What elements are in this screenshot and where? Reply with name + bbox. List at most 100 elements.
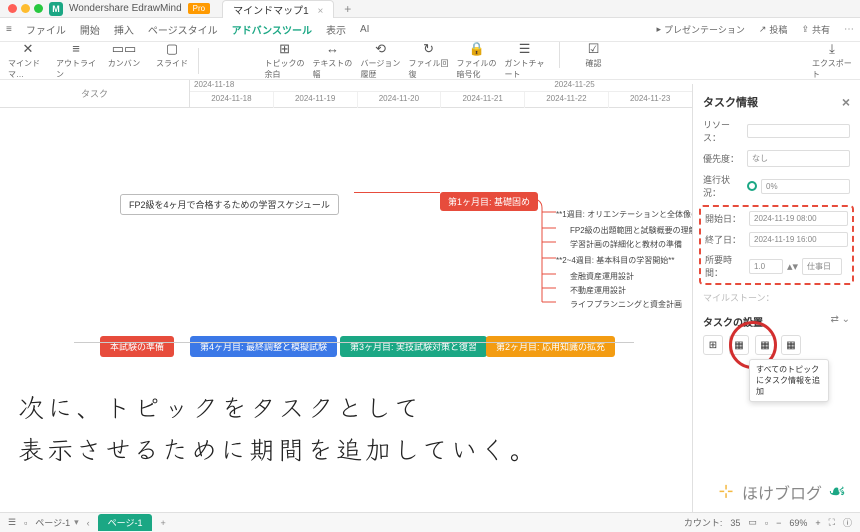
clipboard-icon[interactable]: ▫ — [24, 518, 27, 528]
add-page-icon[interactable]: + — [160, 518, 165, 528]
new-tab-button[interactable]: + — [344, 2, 351, 16]
overlay-line2: 表示させるために期間を追加していく。 — [18, 430, 538, 467]
titlebar: M Wondershare EdrawMind Pro マインドマップ1 × + — [0, 0, 860, 18]
confirm[interactable]: ☑確認 — [574, 42, 614, 80]
file-menu[interactable]: ファイル — [26, 22, 66, 37]
menubar: ≡ ファイル 開始 挿入 ページスタイル アドバンスツール 表示 AI ▸ プレ… — [0, 18, 860, 42]
window-controls — [8, 4, 43, 13]
view-icon2[interactable]: ▫ — [765, 518, 768, 528]
outline-mode[interactable]: ≡アウトライン — [56, 42, 96, 80]
text-width[interactable]: ↔テキストの幅 — [313, 42, 353, 80]
presentation-button[interactable]: ▸ プレゼンテーション — [657, 23, 745, 36]
kanban-mode[interactable]: ▭▭カンバン — [104, 42, 144, 80]
start-date-field[interactable]: 2024-11-19 08:00 — [749, 211, 848, 226]
close-tab-icon[interactable]: × — [317, 6, 323, 17]
bottom-topic[interactable]: 第2ヶ月目: 応用知識の拡充 — [486, 336, 615, 357]
menu-advancetool[interactable]: アドバンスツール — [232, 22, 312, 37]
maximize-window[interactable] — [34, 4, 43, 13]
add-task-icon[interactable]: ⊞ — [703, 335, 723, 355]
subtopic[interactable]: **2~4週目: 基本科目の学習開始** — [548, 252, 682, 269]
end-row: 終了日： 2024-11-19 16:00 — [705, 232, 848, 247]
subtopic[interactable]: ライフプランニングと資金計画 — [562, 296, 690, 313]
menu-insert[interactable]: 挿入 — [114, 22, 134, 37]
panel-title-row: タスク情報 × — [703, 94, 850, 110]
gantt-week: 2024-11-18 — [194, 80, 234, 91]
zoom-value: 69% — [789, 518, 807, 528]
task-setup-icons: ⊞ ▦ ▦ ▦ すべてのトピックにタスク情報を追加 — [703, 335, 850, 355]
fit-icon[interactable]: ⛶ — [829, 517, 835, 528]
end-date-field[interactable]: 2024-11-19 16:00 — [749, 232, 848, 247]
share-button[interactable]: ⇪ 共有 — [801, 23, 830, 36]
connector — [354, 192, 440, 193]
document-tab-label: マインドマップ1 — [233, 6, 309, 17]
resource-field[interactable] — [747, 124, 850, 138]
export-button[interactable]: ⤓エクスポート — [812, 42, 852, 80]
month1-topic[interactable]: 第1ヶ月目: 基礎固め — [440, 192, 538, 211]
gantt-day: 2024-11-21 — [441, 92, 525, 108]
bottom-topic[interactable]: 第3ヶ月目: 実技試験対策と復習 — [340, 336, 487, 357]
priority-field[interactable]: なし — [747, 150, 850, 167]
zoom-out[interactable]: − — [776, 518, 781, 528]
duration-field[interactable]: 1.0 — [749, 259, 783, 274]
view-icon1[interactable]: ▭ — [748, 517, 757, 528]
menu-ai[interactable]: AI — [360, 24, 369, 35]
post-button[interactable]: ↗ 投稿 — [759, 23, 788, 36]
grid1-icon[interactable]: ▦ — [729, 335, 749, 355]
menu-view[interactable]: 表示 — [326, 22, 346, 37]
topic-margin[interactable]: ⊞トピックの余白 — [265, 42, 305, 80]
subtopic[interactable]: 学習計画の詳細化と教材の準備 — [562, 236, 690, 253]
collapse-icon[interactable]: ⇄ ⌄ — [830, 314, 850, 329]
prev-page[interactable]: ‹ — [87, 518, 90, 528]
overlay-line1: 次に、トピックをタスクとして — [18, 388, 422, 425]
progress-row: 進行状況： 0% — [703, 173, 850, 199]
menu-pagestyle[interactable]: ページスタイル — [148, 22, 218, 37]
gantt-week: 2024-11-25 — [554, 80, 594, 91]
version-history[interactable]: ⟲バージョン履歴 — [361, 42, 401, 80]
page-tab[interactable]: ページ-1 — [98, 514, 153, 531]
count-value: 35 — [730, 518, 740, 528]
overflow-icon[interactable]: ⋯ — [844, 24, 854, 35]
gantt-day: 2024-11-20 — [358, 92, 442, 108]
milestone-row: マイルストーン： — [703, 291, 850, 304]
pro-badge: Pro — [188, 3, 210, 14]
hamburger-icon[interactable]: ≡ — [6, 24, 12, 35]
brand-text: ほけブログ — [742, 480, 822, 504]
brand-leaf-icon: ☙ — [828, 479, 846, 504]
duration-unit[interactable]: 仕事日 — [802, 258, 842, 275]
page-selector[interactable]: ページ-1▾ — [35, 516, 78, 529]
branch-lines — [528, 192, 568, 312]
app-icon: M — [49, 2, 63, 16]
minimize-window[interactable] — [21, 4, 30, 13]
grid3-icon[interactable]: ▦ — [781, 335, 801, 355]
gantt-day: 2024-11-19 — [274, 92, 358, 108]
close-icon[interactable]: × — [842, 94, 850, 110]
bottom-topic[interactable]: 第4ヶ月目: 最終調整と模擬試験 — [190, 336, 337, 357]
mindmap-mode[interactable]: ✕マインドマ… — [8, 42, 48, 80]
file-encrypt[interactable]: 🔒ファイルの暗号化 — [457, 42, 497, 80]
progress-field[interactable]: 0% — [761, 179, 850, 194]
slide-mode[interactable]: ▢スライド — [152, 42, 192, 80]
document-tab[interactable]: マインドマップ1 × — [222, 0, 334, 18]
task-setup-section: タスクの設置 ⇄ ⌄ — [703, 314, 850, 329]
stepper-icon[interactable]: ▴▾ — [787, 260, 798, 273]
grid2-icon[interactable]: ▦ — [755, 335, 775, 355]
menu-start[interactable]: 開始 — [80, 22, 100, 37]
gantt-chart[interactable]: ☰ガントチャート — [505, 42, 545, 80]
connector — [74, 342, 634, 343]
info-icon[interactable]: ⓘ — [843, 516, 852, 529]
panel-title: タスク情報 — [703, 94, 758, 110]
priority-row: 優先度： なし — [703, 150, 850, 167]
toolbar: ✕マインドマ… ≡アウトライン ▭▭カンバン ▢スライド ⊞トピックの余白 ↔テ… — [0, 42, 860, 80]
layers-icon[interactable]: ☰ — [8, 517, 16, 528]
file-recovery[interactable]: ↻ファイル回復 — [409, 42, 449, 80]
advance-group: ⊞トピックの余白 ↔テキストの幅 ⟲バージョン履歴 ↻ファイル回復 🔒ファイルの… — [265, 42, 614, 80]
brand-watermark: ⊹ ほけブログ ☙ — [716, 479, 846, 504]
progress-icon — [747, 181, 757, 191]
zoom-in[interactable]: + — [815, 518, 820, 528]
date-highlight: 開始日： 2024-11-19 08:00 終了日： 2024-11-19 16… — [699, 205, 854, 285]
root-topic[interactable]: FP2級を4ヶ月で合格するための学習スケジュール — [120, 194, 339, 215]
start-row: 開始日： 2024-11-19 08:00 — [705, 211, 848, 226]
view-mode-group: ✕マインドマ… ≡アウトライン ▭▭カンバン ▢スライド — [8, 42, 192, 80]
close-window[interactable] — [8, 4, 17, 13]
bottom-topic[interactable]: 本試験の準備 — [100, 336, 174, 357]
